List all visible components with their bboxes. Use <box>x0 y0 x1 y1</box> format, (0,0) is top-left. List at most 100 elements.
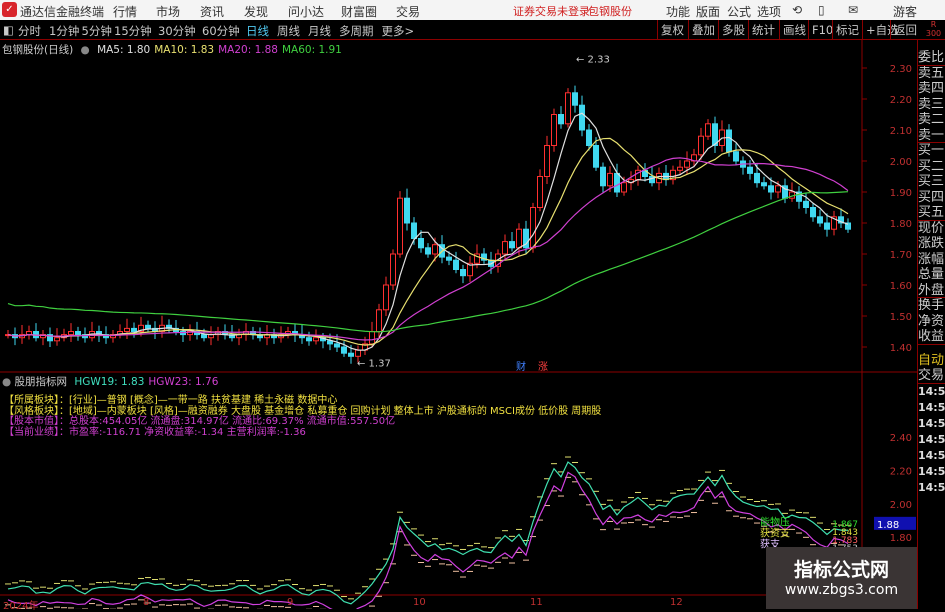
y-tick: 2.00 <box>890 157 912 168</box>
menu-wealth[interactable]: 财富圈 <box>341 3 377 20</box>
candle <box>817 216 823 224</box>
candle <box>516 228 522 249</box>
user-label[interactable]: 游客 <box>893 3 917 20</box>
toolbar-button[interactable]: 统计 <box>748 20 778 40</box>
quote-label: 涨幅 <box>918 251 945 267</box>
candle <box>761 182 767 187</box>
candle <box>404 197 410 224</box>
candle <box>572 92 578 106</box>
quote-label: 卖五 <box>918 65 945 81</box>
auto-label[interactable]: 自动 <box>918 353 945 369</box>
quote-label: 买五 <box>918 205 945 221</box>
candle <box>684 160 690 168</box>
watermark: 指标公式网 www.zbgs3.com <box>766 547 917 609</box>
candle <box>579 104 585 131</box>
kline-chart[interactable]: 2.30 2.20 2.10 2.00 1.90 1.80 1.70 1.60 1.50 1.40… <box>0 40 917 609</box>
rise-marker[interactable]: 涨 <box>538 361 548 373</box>
finance-marker[interactable]: 财 <box>516 360 526 373</box>
info-key: 【所属板块】： <box>4 395 69 406</box>
quote-label: 卖一 <box>918 127 945 143</box>
toolbar-button[interactable]: 复权 <box>657 20 687 40</box>
watermark-url: www.zbgs3.com <box>784 582 899 598</box>
period-tab[interactable]: 1分钟 <box>49 23 79 39</box>
message-icon[interactable]: ✉ <box>848 3 858 17</box>
quote-label: 买四 <box>918 189 945 205</box>
menu-function[interactable]: 功能 <box>666 3 690 20</box>
y-tick: 2.30 <box>890 64 912 75</box>
quote-panel: 委比 卖五 卖四 卖三 卖二 卖一 买一 买二 买三 买四 买五 现价 涨跌 涨幅 总量 外盘 换手 净资 收益 自动… <box>917 40 945 609</box>
candle <box>376 309 382 332</box>
candle <box>75 331 81 336</box>
candle <box>586 129 592 146</box>
settings-icon[interactable]: ● <box>2 376 11 388</box>
info-key: 【当前业绩】： <box>4 426 69 438</box>
login-status[interactable]: 证券交易未登录 <box>513 3 590 19</box>
y-tick: 2.20 <box>890 95 912 106</box>
quote-label: 收益 <box>918 329 945 345</box>
menu-news[interactable]: 资讯 <box>200 3 224 20</box>
candle <box>768 185 774 193</box>
candle <box>810 207 816 218</box>
candle <box>544 145 550 177</box>
menu-layout[interactable]: 版面 <box>696 3 720 20</box>
candle <box>460 269 466 277</box>
candle <box>621 182 627 193</box>
panel-toggle-icon[interactable]: ◧ <box>3 23 14 37</box>
period-tab[interactable]: 分时 <box>18 23 41 39</box>
y-tick: 1.90 <box>890 188 912 199</box>
y-tick: 2.10 <box>890 126 912 137</box>
candle <box>418 238 424 249</box>
x-tick: 12 <box>670 597 683 608</box>
period-tab[interactable]: 日线 <box>246 23 269 39</box>
stock-name: 包钢股份 <box>588 5 632 18</box>
menu-market[interactable]: 市场 <box>156 3 180 20</box>
toolbar-button[interactable]: 多股 <box>718 20 748 40</box>
candle <box>824 222 830 230</box>
candle <box>551 114 557 146</box>
toolbar-button[interactable]: 叠加 <box>688 20 718 40</box>
menu-quotes[interactable]: 行情 <box>113 3 137 20</box>
candle <box>677 166 683 171</box>
candle <box>432 244 438 255</box>
period-tab[interactable]: 月线 <box>308 23 331 39</box>
candle <box>348 352 354 357</box>
trade-time: 14:56 <box>918 416 945 430</box>
trade-label[interactable]: 交易 <box>918 368 945 384</box>
quote-label: 买二 <box>918 158 945 174</box>
period-tab[interactable]: 更多> <box>382 23 415 39</box>
period-tab[interactable]: 15分钟 <box>114 23 152 39</box>
toolbar-button[interactable]: 返回 <box>890 20 920 40</box>
quote-label: 现价 <box>918 220 945 236</box>
corner-label: R 300 <box>925 20 942 38</box>
candle <box>145 324 151 329</box>
candle <box>754 172 760 184</box>
candle <box>614 172 620 193</box>
period-tab[interactable]: 多周期 <box>339 23 374 39</box>
menu-options[interactable]: 选项 <box>757 3 781 20</box>
info-key: 【股本市值】： <box>4 416 69 427</box>
app-name: 通达信金融终端 <box>20 5 105 19</box>
info-value: 市盈率:-116.71 净资收益率:-1.34 主营利润率:-1.36 <box>69 426 306 438</box>
quote-label: 买一 <box>918 143 945 158</box>
period-tab[interactable]: 30分钟 <box>158 23 196 39</box>
menu-ask[interactable]: 问小达 <box>288 3 324 20</box>
trade-time: 14:56 <box>918 432 945 446</box>
indicator-value: HGW23: 1.76 <box>148 376 219 388</box>
candle <box>411 222 417 239</box>
toolbar-button[interactable]: 画线 <box>779 20 809 40</box>
window-icon[interactable]: ▯ <box>818 3 825 17</box>
x-tick: 9 <box>287 597 294 608</box>
menu-trade[interactable]: 交易 <box>396 3 420 20</box>
candle <box>390 253 396 286</box>
info-value: 总股本:454.05亿 流通盘:314.97亿 流通比:69.37% 流通市值:… <box>69 416 396 427</box>
refresh-icon[interactable]: ⟲ <box>792 3 802 17</box>
period-tab[interactable]: 周线 <box>277 23 300 39</box>
candle <box>803 200 809 209</box>
period-tab[interactable]: 60分钟 <box>202 23 240 39</box>
candle <box>425 247 431 255</box>
menu-discover[interactable]: 发现 <box>244 3 268 20</box>
period-tab[interactable]: 5分钟 <box>82 23 112 39</box>
trade-time: 14:56 <box>918 480 945 494</box>
menu-formula[interactable]: 公式 <box>727 3 751 20</box>
toolbar-button[interactable]: 标记 <box>832 20 862 40</box>
